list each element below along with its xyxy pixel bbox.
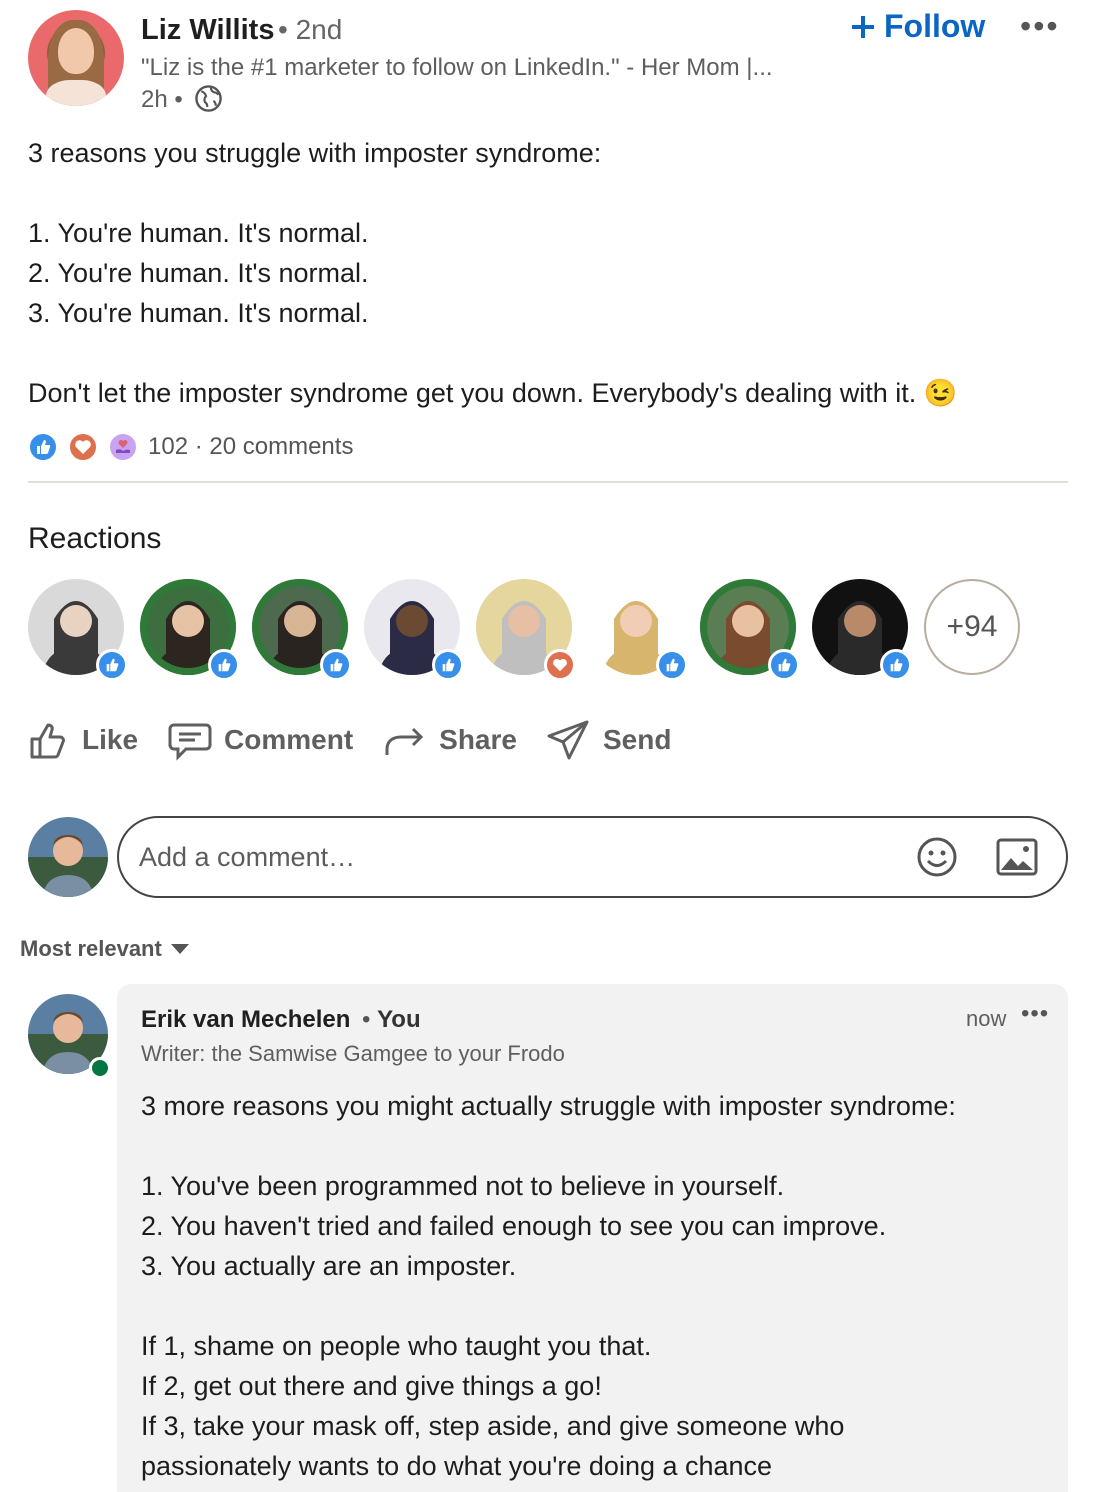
reaction-count[interactable]: 102: [148, 433, 188, 460]
send-icon: [547, 720, 589, 760]
comment-text-line: passionately wants to do what you're doi…: [141, 1451, 773, 1481]
post-text-line: 3 reasons you struggle with imposter syn…: [28, 138, 602, 168]
like-button[interactable]: Like: [28, 719, 138, 761]
comment-text-line: If 1, shame on people who taught you tha…: [141, 1331, 652, 1361]
post-text-line: 2. You're human. It's normal.: [28, 258, 369, 288]
share-arrow-icon: [385, 727, 424, 755]
image-icon[interactable]: [996, 838, 1038, 876]
share-label: Share: [439, 724, 517, 755]
comment-icon: [168, 723, 212, 761]
comment-text-line: [141, 1286, 1061, 1326]
reactor-avatar[interactable]: [700, 579, 800, 681]
like-badge-icon: [208, 649, 240, 681]
commenter-you-badge: • You: [362, 1006, 421, 1033]
send-button[interactable]: Send: [547, 718, 671, 762]
divider: [28, 481, 1068, 483]
post-text-line: 3. You're human. It's normal.: [28, 298, 369, 328]
comment-time: now: [966, 1006, 1007, 1031]
online-status-indicator: [89, 1057, 111, 1079]
comment-text: 3 more reasons you might actually strugg…: [141, 1086, 1061, 1486]
post-text-line: [28, 333, 1078, 373]
post-time: 2h •: [141, 86, 183, 113]
sort-label: Most relevant: [20, 936, 162, 961]
send-label: Send: [602, 724, 672, 755]
like-badge-icon: [880, 649, 912, 681]
comment-text-line: 2. You haven't tried and failed enough t…: [141, 1211, 887, 1241]
more-reactors-button[interactable]: +94: [924, 579, 1020, 675]
post-more-menu-button[interactable]: •••: [1020, 8, 1060, 45]
you-label: You: [377, 1006, 421, 1033]
reactor-avatar[interactable]: [476, 579, 576, 681]
follow-label: Follow: [884, 8, 986, 44]
post-text: 3 reasons you struggle with imposter syn…: [28, 133, 1078, 413]
reactor-avatar[interactable]: [588, 579, 688, 681]
reactions-title: Reactions: [28, 522, 162, 555]
comment-text-line: If 2, get out there and give things a go…: [141, 1371, 602, 1401]
comment-text-line: 3 more reasons you might actually strugg…: [141, 1091, 956, 1121]
comment-input[interactable]: [139, 841, 899, 873]
comment-count[interactable]: · 20 comments: [195, 433, 354, 460]
comment-text-line: If 3, take your mask off, step aside, an…: [141, 1411, 845, 1441]
like-reaction-icon: [28, 432, 58, 462]
thumbs-up-icon: [30, 723, 65, 759]
love-badge-icon: [544, 649, 576, 681]
like-badge-icon: [96, 649, 128, 681]
reactor-avatar[interactable]: [140, 579, 240, 681]
comment-button[interactable]: Comment: [168, 719, 353, 761]
sort-dropdown[interactable]: Most relevant: [20, 936, 190, 962]
post-text-line: Don't let the imposter syndrome get you …: [28, 378, 958, 408]
commenter-headline: Writer: the Samwise Gamgee to your Frodo: [141, 1041, 565, 1066]
like-badge-icon: [320, 649, 352, 681]
love-reaction-icon: [68, 432, 98, 462]
reactor-avatar[interactable]: [812, 579, 912, 681]
comment-text-line: [141, 1126, 1061, 1166]
comment-text-line: 3. You actually are an imposter.: [141, 1251, 517, 1281]
follow-button[interactable]: Follow: [850, 8, 985, 45]
reactor-avatar[interactable]: [28, 579, 128, 681]
reactor-avatar[interactable]: [364, 579, 464, 681]
reaction-summary[interactable]: 102 · 20 comments: [148, 433, 353, 461]
connection-degree: • 2nd: [278, 14, 343, 45]
commenter-name[interactable]: Erik van Mechelen: [141, 1006, 350, 1034]
support-reaction-icon: [108, 432, 138, 462]
comment-text-line: 1. You've been programmed not to believe…: [141, 1171, 785, 1201]
comment-label: Comment: [224, 724, 354, 755]
author-avatar[interactable]: [28, 10, 124, 106]
like-badge-icon: [432, 649, 464, 681]
like-badge-icon: [768, 649, 800, 681]
action-bar: Like Comment Share Send: [28, 718, 701, 762]
current-user-avatar[interactable]: [28, 817, 108, 897]
post-text-line: 1. You're human. It's normal.: [28, 218, 369, 248]
like-badge-icon: [656, 649, 688, 681]
reaction-icons[interactable]: [28, 432, 138, 462]
globe-icon: [195, 85, 222, 112]
post-text-line: [28, 173, 1078, 213]
share-button[interactable]: Share: [383, 719, 517, 761]
comment-more-menu-button[interactable]: •••: [1021, 1000, 1049, 1028]
caret-down-icon: [170, 944, 189, 954]
emoji-icon[interactable]: [916, 836, 958, 878]
author-headline: "Liz is the #1 marketer to follow on Lin…: [141, 54, 773, 81]
author-name[interactable]: Liz Willits: [141, 14, 274, 47]
reactor-avatar[interactable]: [252, 579, 352, 681]
like-label: Like: [82, 724, 139, 755]
plus-icon: [852, 15, 874, 38]
